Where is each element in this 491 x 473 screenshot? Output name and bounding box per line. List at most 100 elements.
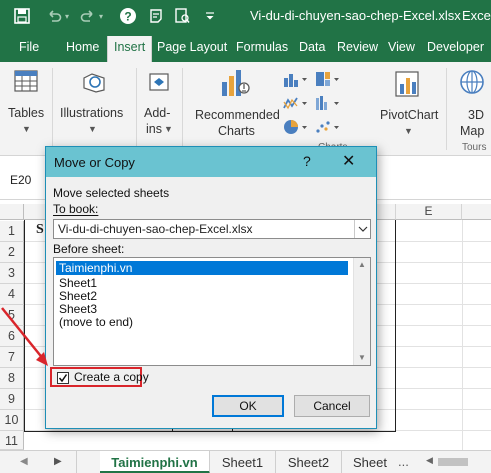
chevron-down-icon: ▼ <box>88 124 97 134</box>
to-book-value: Vi-du-di-chuyen-sao-chep-Excel.xlsx <box>58 222 253 236</box>
illustrations-icon <box>83 73 105 93</box>
row-header[interactable]: 9 <box>0 389 24 410</box>
sheet-scroll-left-icon[interactable]: ◀ <box>20 456 28 467</box>
save-icon[interactable] <box>12 6 32 26</box>
illustrations-label: Illustrations <box>60 106 124 120</box>
redo-icon[interactable] <box>78 6 98 26</box>
to-book-select[interactable]: Vi-du-di-chuyen-sao-chep-Excel.xlsx <box>53 219 371 239</box>
scroll-down-icon[interactable]: ▼ <box>358 353 366 362</box>
scatter-chart-button[interactable] <box>314 118 342 136</box>
hierarchy-chart-icon <box>316 72 339 86</box>
to-book-dropdown-button[interactable] <box>354 220 370 238</box>
horizontal-scrollbar[interactable]: ◀ <box>424 455 488 469</box>
dialog-close-button[interactable]: ✕ <box>342 151 355 171</box>
tab-developer[interactable]: Developer <box>427 40 484 54</box>
column-header-e[interactable]: E <box>396 204 462 220</box>
ribbon: Tables ▼ Illustrations ▼ Add- ins ▼ Reco <box>0 62 491 156</box>
ribbon-separator <box>52 68 53 150</box>
print-preview-icon[interactable] <box>172 6 192 26</box>
list-scrollbar[interactable]: ▲ ▼ <box>353 258 370 365</box>
chevron-down-icon <box>358 226 367 232</box>
grid-line <box>462 220 463 450</box>
move-or-copy-dialog: Move or Copy ? ✕ Move selected sheets To… <box>45 146 377 429</box>
list-item-sheet1[interactable]: Sheet1 <box>56 276 97 290</box>
cell-text-fragment: S <box>36 222 44 237</box>
3d-map-button[interactable]: 3D Map <box>452 66 490 148</box>
more-sheets-icon[interactable]: ... <box>398 454 409 469</box>
column-header-next[interactable] <box>462 204 491 220</box>
tab-page-layout[interactable]: Page Layout <box>157 40 227 54</box>
sheet-tab-sheet2[interactable]: Sheet2 <box>276 451 342 473</box>
tab-formulas[interactable]: Formulas <box>236 40 288 54</box>
column-chart-button[interactable] <box>282 70 310 88</box>
addins-label-2: ins <box>146 122 162 136</box>
ribbon-separator <box>136 68 137 150</box>
addins-button[interactable]: Add- ins ▼ <box>140 66 176 148</box>
app-name: Excel <box>462 8 491 23</box>
before-sheet-list[interactable]: Taimienphi.vn Sheet1 Sheet2 Sheet3 (move… <box>53 257 371 366</box>
before-sheet-label: Before sheet: <box>53 242 125 256</box>
hierarchy-chart-button[interactable] <box>314 70 342 88</box>
move-selected-sheets-label: Move selected sheets <box>53 186 170 200</box>
chevron-down-icon: ▼ <box>22 124 31 134</box>
tables-label: Tables <box>8 106 45 120</box>
sheet-tabs-left-edge <box>76 451 77 473</box>
ribbon-separator <box>182 68 183 150</box>
tab-review[interactable]: Review <box>337 40 378 54</box>
tours-group-label: Tours <box>462 142 487 153</box>
chevron-down-icon: ▼ <box>404 126 413 136</box>
redo-dropdown-icon[interactable]: ▾ <box>96 6 106 26</box>
row-header[interactable]: 1 <box>0 221 24 242</box>
scatter-chart-icon <box>316 121 339 133</box>
sheet-tab-taimienphi[interactable]: Taimienphi.vn <box>100 451 210 473</box>
sheet-scroll-right-icon[interactable]: ▶ <box>54 456 62 467</box>
cancel-button[interactable]: Cancel <box>294 395 370 417</box>
help-icon[interactable]: ? <box>118 6 138 26</box>
touch-mode-icon[interactable] <box>146 6 166 26</box>
scroll-thumb[interactable] <box>438 458 468 466</box>
line-chart-button[interactable] <box>282 94 310 112</box>
tab-insert[interactable]: Insert <box>107 36 153 62</box>
illustrations-button[interactable]: Illustrations ▼ <box>56 66 132 148</box>
line-chart-icon <box>283 97 307 110</box>
ribbon-tabs: File Home Insert Page Layout Formulas Da… <box>0 32 491 62</box>
annotation-arrow-icon <box>1 307 48 366</box>
dialog-help-button[interactable]: ? <box>303 153 311 169</box>
scroll-up-icon[interactable]: ▲ <box>358 260 366 269</box>
pie-chart-icon <box>284 120 307 134</box>
create-copy-label[interactable]: Create a copy <box>74 370 149 384</box>
row-header[interactable]: 11 <box>0 431 24 450</box>
list-item-taimienphi[interactable]: Taimienphi.vn <box>56 261 348 275</box>
recommended-charts-label-1: Recommended <box>195 108 280 122</box>
undo-icon[interactable] <box>44 6 64 26</box>
row-header[interactable]: 2 <box>0 242 24 263</box>
scroll-left-icon[interactable]: ◀ <box>426 455 433 466</box>
3d-map-label-2: Map <box>460 124 485 138</box>
pie-chart-button[interactable] <box>282 118 310 136</box>
to-book-label: To book: <box>53 202 99 216</box>
undo-dropdown-icon[interactable]: ▾ <box>62 6 72 26</box>
tab-data[interactable]: Data <box>299 40 325 54</box>
tab-view[interactable]: View <box>388 40 415 54</box>
tab-home[interactable]: Home <box>66 40 99 54</box>
sheet-tab-sheet1[interactable]: Sheet1 <box>210 451 276 473</box>
sheet-tab-sheet3[interactable]: Sheet <box>342 451 398 473</box>
select-all-corner[interactable] <box>0 204 24 220</box>
recommended-charts-button[interactable]: Recommended Charts <box>190 66 280 148</box>
name-box[interactable]: E20 <box>4 170 44 190</box>
statistic-chart-button[interactable] <box>314 94 342 112</box>
row-header[interactable]: 10 <box>0 410 24 431</box>
row-header[interactable]: 3 <box>0 263 24 284</box>
statistic-chart-icon <box>316 96 339 110</box>
table-icon <box>14 70 38 92</box>
dialog-title-bar[interactable]: Move or Copy ? ✕ <box>46 147 376 177</box>
pivotchart-icon <box>395 71 419 97</box>
tab-file[interactable]: File <box>19 40 39 54</box>
ok-button[interactable]: OK <box>212 395 284 417</box>
pivotchart-button[interactable]: PivotChart ▼ <box>376 66 442 148</box>
title-bar: ▾ ▾ ? Vi-du-di-chuyen-sao-chep-Excel.xls… <box>0 0 491 32</box>
tables-button[interactable]: Tables ▼ <box>4 66 48 148</box>
customize-qat-icon[interactable] <box>200 6 220 26</box>
recommended-charts-label-2: Charts <box>218 124 255 138</box>
dialog-title: Move or Copy <box>54 155 135 170</box>
